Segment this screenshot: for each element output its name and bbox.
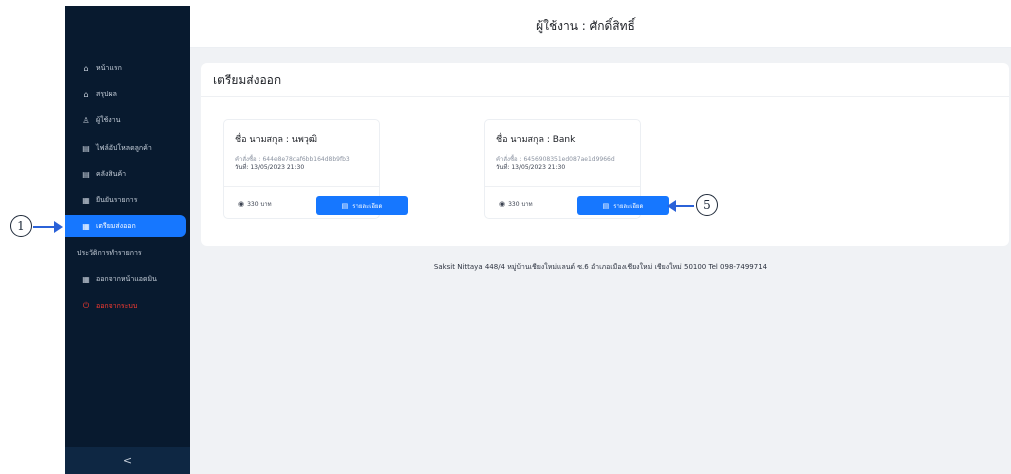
sidebar-item-prepare-export[interactable]: ▦ เตรียมส่งออก xyxy=(65,215,186,237)
receipt-icon: ▤ xyxy=(341,201,349,210)
sidebar-item-label: ออกจากระบบ xyxy=(96,301,138,310)
detail-button[interactable]: ▤ รายละเอียด xyxy=(316,196,408,215)
sidebar-collapse-button[interactable]: < xyxy=(65,447,190,474)
table-icon: ▤ xyxy=(82,169,90,179)
divider xyxy=(224,186,379,187)
sidebar-item-history[interactable]: ประวัติการทำรายการ xyxy=(65,242,190,264)
home-icon: ⌂ xyxy=(83,63,89,73)
order-date: วันที่: 13/05/2023 21:30 xyxy=(235,164,305,171)
annotation-arrow-1 xyxy=(33,221,63,233)
power-icon: ⏻ xyxy=(82,301,90,310)
sidebar-item-label: ไฟล์อัปโหลดลูกค้า xyxy=(96,143,152,152)
home-icon: ⌂ xyxy=(83,89,89,99)
sidebar-item-label: สรุปผล xyxy=(96,89,117,98)
screen: 1 ⌂ หน้าแรก ⌂ สรุปผล ♙ ผู้ใช้งาน ▤ ไฟล์อ… xyxy=(0,0,1011,474)
main-content: เตรียมส่งออก ชื่อ นามสกุล : นพวุฒิ คำสั่… xyxy=(190,48,1011,474)
customer-name: ชื่อ นามสกุล : Bank xyxy=(496,135,576,145)
coin-icon: ◉ xyxy=(499,200,506,208)
order-price: ◉ 330 บาท xyxy=(499,199,533,209)
sidebar-item-warehouse[interactable]: ▤ คลังสินค้า xyxy=(65,163,190,185)
sidebar-item-label: ผู้ใช้งาน xyxy=(96,115,121,124)
detail-button[interactable]: ▤ รายละเอียด xyxy=(577,196,669,215)
prepare-export-panel: เตรียมส่งออก ชื่อ นามสกุล : นพวุฒิ คำสั่… xyxy=(201,63,1009,246)
divider xyxy=(201,96,1009,97)
sidebar-item-logout[interactable]: ⏻ ออกจากระบบ xyxy=(65,295,190,317)
annotation-circle-5: 5 xyxy=(696,194,718,216)
sidebar-item-label: ออกจากหน้าแอดมิน xyxy=(96,274,157,283)
chevron-left-icon: < xyxy=(122,454,133,467)
sidebar-item-label: ยืนยันรายการ xyxy=(96,195,138,204)
sidebar-item-users[interactable]: ♙ ผู้ใช้งาน xyxy=(65,109,190,131)
user-icon: ♙ xyxy=(82,115,90,125)
customer-name: ชื่อ นามสกุล : นพวุฒิ xyxy=(235,135,317,145)
order-date: วันที่: 13/05/2023 21:30 xyxy=(496,164,566,171)
order-card: ชื่อ นามสกุล : นพวุฒิ คำสั่งซื้อ : 644e8… xyxy=(223,119,408,219)
price-text: 330 บาท xyxy=(508,201,533,208)
sidebar: ⌂ หน้าแรก ⌂ สรุปผล ♙ ผู้ใช้งาน ▤ ไฟล์อัป… xyxy=(65,6,190,474)
sidebar-item-label: เตรียมส่งออก xyxy=(96,221,136,230)
footer-address: Saksit Nittaya 448/4 หมู่บ้านเชียงใหม่แล… xyxy=(433,263,768,271)
detail-button-label: รายละเอียด xyxy=(352,202,383,210)
sidebar-item-confirm-orders[interactable]: ▦ ยืนยันรายการ xyxy=(65,189,190,211)
page-title: เตรียมส่งออก xyxy=(213,73,282,87)
order-price: ◉ 330 บาท xyxy=(238,199,272,209)
sidebar-item-summary[interactable]: ⌂ สรุปผล xyxy=(65,83,190,105)
annotation-circle-1: 1 xyxy=(10,215,32,237)
sidebar-item-label: คลังสินค้า xyxy=(96,169,127,178)
document-icon: ▦ xyxy=(82,221,90,231)
top-bar: ผู้ใช้งาน : ศักดิ์สิทธิ์ xyxy=(190,6,1011,48)
annotation-arrow-5 xyxy=(667,200,694,212)
divider xyxy=(485,186,640,187)
sidebar-item-customer-uploads[interactable]: ▤ ไฟล์อัปโหลดลูกค้า xyxy=(65,137,190,159)
sidebar-item-exit-admin[interactable]: ▦ ออกจากหน้าแอดมิน xyxy=(65,268,190,290)
receipt-icon: ▤ xyxy=(602,201,610,210)
sidebar-item-home[interactable]: ⌂ หน้าแรก xyxy=(65,57,190,79)
sidebar-item-label: หน้าแรก xyxy=(96,63,122,72)
coin-icon: ◉ xyxy=(238,200,245,208)
current-user-label: ผู้ใช้งาน : ศักดิ์สิทธิ์ xyxy=(536,19,635,33)
document-icon: ▦ xyxy=(82,195,90,205)
detail-button-label: รายละเอียด xyxy=(613,202,644,210)
price-text: 330 บาท xyxy=(247,201,272,208)
order-card: ชื่อ นามสกุล : Bank คำสั่งซื้อ : 6456908… xyxy=(484,119,669,219)
document-icon: ▦ xyxy=(82,274,90,284)
table-icon: ▤ xyxy=(82,143,90,153)
sidebar-item-label: ประวัติการทำรายการ xyxy=(77,248,142,257)
